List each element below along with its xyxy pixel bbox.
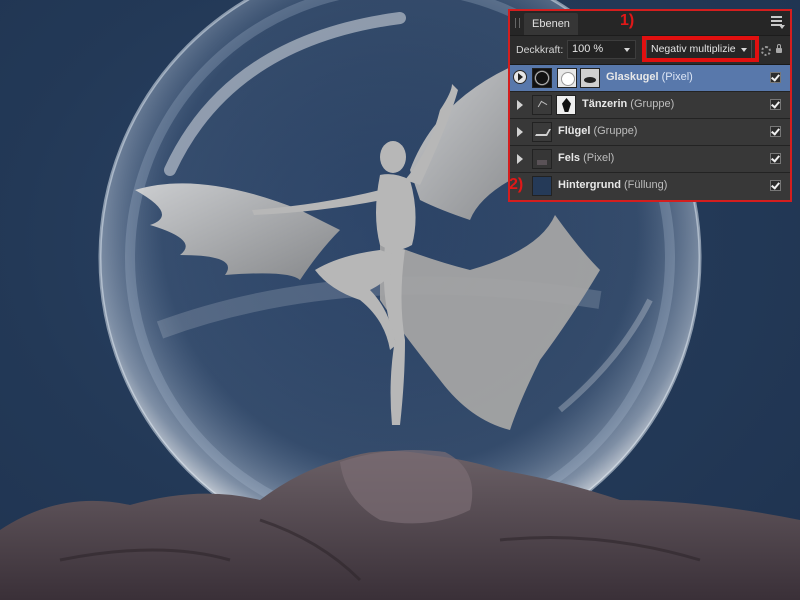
layers-panel[interactable]: Ebenen Deckkraft: 100 % Negativ multipli… [508,9,792,202]
expand-arrow-icon[interactable] [517,100,523,110]
visibility-checkbox[interactable] [770,72,781,83]
callout-marker-1: 1) [620,12,635,29]
layer-title: Glaskugel [606,71,659,83]
layer-type: (Füllung) [624,179,668,191]
layer-title: Hintergrund [558,179,621,191]
layer-name: Fels (Pixel) [558,152,614,164]
panel-menu-icon[interactable] [771,16,785,29]
visibility-checkbox[interactable] [770,126,781,137]
panel-tab-bar: Ebenen [510,11,790,36]
layer-name: Glaskugel (Pixel) [606,71,693,83]
layer-options-bar: Deckkraft: 100 % Negativ multiplizie [510,36,790,65]
layer-title: Flügel [558,125,591,137]
visibility-checkbox[interactable] [770,153,781,164]
expand-arrow-icon[interactable] [517,154,523,164]
chevron-down-icon [624,48,630,52]
blend-mode-dropdown[interactable]: Negativ multiplizie [646,39,752,60]
document-canvas[interactable]: Ebenen Deckkraft: 100 % Negativ multipli… [0,0,800,600]
layer-type: (Pixel) [661,71,693,83]
layer-row-glaskugel[interactable]: Glaskugel (Pixel) [510,65,790,92]
layer-type: (Gruppe) [593,125,638,137]
layer-thumbnail [532,149,552,169]
opacity-label: Deckkraft: [516,44,564,56]
layer-row-fels[interactable]: Fels (Pixel) [510,146,790,173]
visibility-checkbox[interactable] [770,99,781,110]
expand-arrow-icon[interactable] [513,70,527,84]
opacity-dropdown[interactable]: 100 % [567,40,636,59]
layer-thumbnail [532,176,552,196]
lock-icon[interactable] [776,44,782,53]
layer-row-fluegel[interactable]: Flügel (Gruppe) [510,119,790,146]
opacity-value: 100 % [572,43,604,55]
blend-mode-value: Negativ multiplizie [651,43,736,55]
layer-title: Tänzerin [582,98,628,110]
rock [0,449,800,600]
expand-arrow-icon[interactable] [517,127,523,137]
mask-thumbnail [556,95,576,115]
layer-thumbnail [532,68,552,88]
tab-layers[interactable]: Ebenen [524,13,578,35]
layer-name: Hintergrund (Füllung) [558,179,667,191]
mask-thumbnail [580,68,600,88]
mask-thumbnail [557,68,577,88]
layer-type: (Pixel) [583,152,615,164]
panel-grip-handle[interactable] [515,18,520,28]
layer-type: (Gruppe) [630,98,675,110]
layer-thumbnail [532,95,552,115]
layer-thumbnail [532,122,552,142]
visibility-checkbox[interactable] [770,180,781,191]
gear-icon[interactable] [761,46,771,56]
layer-name: Tänzerin (Gruppe) [582,98,674,110]
callout-marker-2: 2) [509,176,524,193]
layer-row-taenzerin[interactable]: Tänzerin (Gruppe) [510,92,790,119]
chevron-down-icon [741,48,747,52]
layer-row-hintergrund[interactable]: Hintergrund (Füllung) [510,173,790,200]
layer-name: Flügel (Gruppe) [558,125,637,137]
layer-title: Fels [558,152,581,164]
